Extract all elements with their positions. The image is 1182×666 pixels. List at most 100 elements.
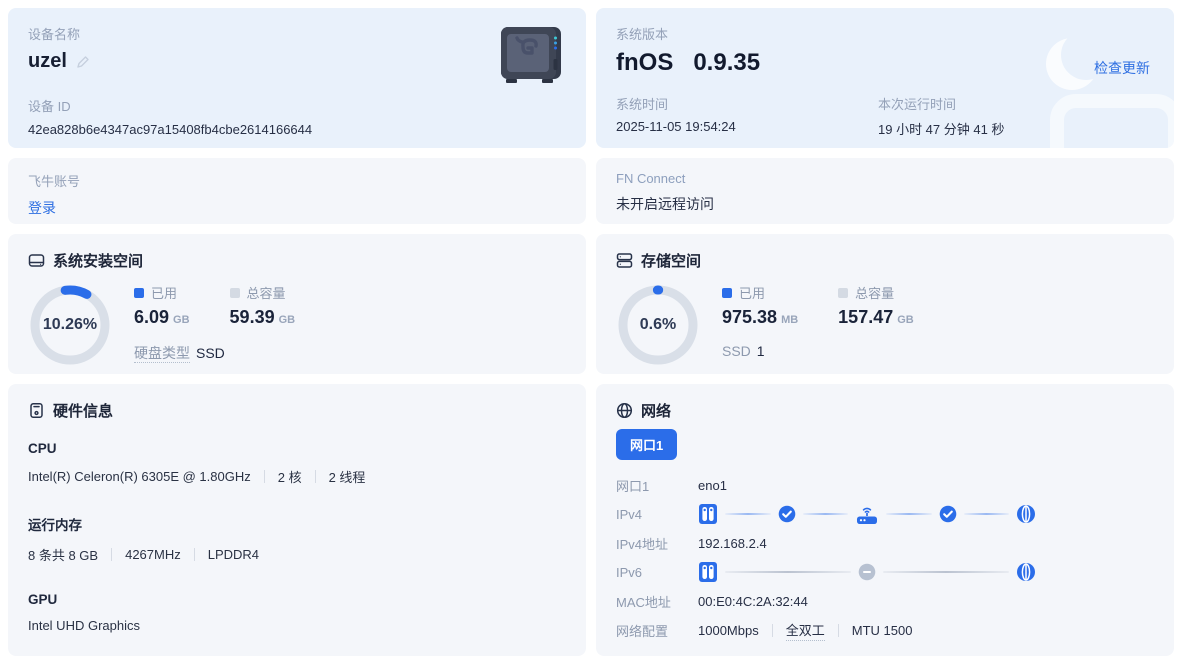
- link-line: [725, 513, 771, 515]
- total-unit: GB: [897, 314, 914, 326]
- ipv4-address-label: IPv4地址: [616, 536, 669, 552]
- nas-host-icon: [698, 503, 718, 525]
- internet-globe-icon: [1016, 562, 1036, 582]
- hardware-card: 硬件信息 CPU Intel(R) Celeron(R) 6305E @ 1.8…: [8, 384, 586, 656]
- device-id: 42ea828b6e4347ac97a15408fb4cbe2614166644: [28, 122, 313, 137]
- pc-case-icon: [28, 402, 45, 419]
- divider: [837, 623, 839, 637]
- system-time-label: 系统时间: [616, 97, 669, 112]
- used-swatch: [134, 287, 144, 298]
- total-unit: GB: [278, 314, 296, 326]
- link-line: [963, 513, 1009, 515]
- storage-space-card: 存储空间 0.6% 已用 975.38 MB 总容量 157.47 GB SSD…: [596, 234, 1174, 374]
- check-update-link[interactable]: 检查更新: [1094, 58, 1150, 78]
- used-label: 已用: [151, 286, 178, 301]
- system-time: 2025-11-05 19:54:24: [616, 119, 736, 134]
- system-space-donut: 10.26%: [28, 283, 112, 367]
- mtu: MTU 1500: [851, 622, 913, 638]
- disk-type-value: SSD: [196, 345, 225, 361]
- total-label: 总容量: [246, 286, 286, 301]
- divider: [193, 548, 195, 561]
- duplex-mode: 全双工: [785, 620, 825, 641]
- used-value: 975.38: [722, 307, 778, 327]
- nas-host-icon: [698, 561, 718, 583]
- ipv4-address: 192.168.2.4: [698, 535, 767, 551]
- used-legend: 已用 6.09 GB: [134, 283, 190, 328]
- internet-globe-icon: [1016, 504, 1036, 524]
- cpu-label: CPU: [28, 441, 57, 456]
- minus-circle-icon: [858, 563, 876, 581]
- hardware-title: 硬件信息: [53, 403, 114, 420]
- divider: [111, 548, 113, 561]
- fn-connect-label: FN Connect: [616, 171, 686, 186]
- ipv4-label: IPv4: [616, 506, 643, 522]
- router-icon: [855, 504, 879, 525]
- os-name: fnOS: [616, 49, 674, 76]
- ipv6-status-diagram: [698, 561, 1036, 583]
- memory-sticks: 8 条共 8 GB: [28, 548, 99, 563]
- total-legend: 总容量 157.47 GB: [838, 283, 914, 328]
- port-value: eno1: [698, 477, 727, 493]
- total-swatch: [838, 287, 849, 298]
- link-line: [725, 571, 851, 573]
- gpu-model: Intel UHD Graphics: [28, 618, 140, 633]
- used-unit: MB: [781, 314, 799, 326]
- ssd-count: 1: [756, 343, 765, 359]
- system-version-label: 系统版本: [616, 27, 669, 42]
- disk-type-label: 硬盘类型: [134, 345, 190, 363]
- os-version: 0.9.35: [693, 49, 761, 76]
- port-label: 网口1: [616, 478, 650, 494]
- link-line: [883, 571, 1009, 573]
- link-line: [802, 513, 848, 515]
- login-link[interactable]: 登录: [28, 198, 56, 218]
- stacked-drives-icon: [616, 252, 633, 269]
- divider: [314, 470, 316, 483]
- uptime-label: 本次运行时间: [878, 97, 957, 112]
- total-swatch: [229, 287, 240, 298]
- total-legend: 总容量 59.39 GB: [229, 283, 296, 328]
- cpu-model: Intel(R) Celeron(R) 6305E @ 1.80GHz: [28, 469, 251, 484]
- hard-drive-icon: [28, 252, 45, 269]
- device-name-label: 设备名称: [28, 27, 81, 42]
- edit-icon[interactable]: [76, 55, 90, 69]
- cpu-cores: 2 核: [277, 470, 302, 485]
- fn-connect-status: 未开启远程访问: [616, 196, 714, 212]
- used-legend: 已用 975.38 MB: [722, 283, 798, 328]
- storage-space-donut: 0.6%: [616, 283, 700, 367]
- ssd-label: SSD: [722, 343, 751, 359]
- link-line: [886, 513, 932, 515]
- tab-port1[interactable]: 网口1: [616, 429, 678, 460]
- device-id-label: 设备 ID: [28, 99, 71, 114]
- divider: [771, 623, 773, 637]
- device-name: uzel: [28, 50, 67, 72]
- network-config-label: 网络配置: [616, 623, 669, 639]
- check-circle-icon: [778, 505, 796, 523]
- cpu-threads: 2 线程: [328, 470, 366, 485]
- system-space-title: 系统安装空间: [53, 253, 144, 270]
- memory-label: 运行内存: [28, 518, 82, 533]
- used-swatch: [722, 287, 732, 298]
- storage-space-percent: 0.6%: [639, 316, 677, 333]
- memory-type: LPDDR4: [207, 547, 260, 562]
- dashboard: 设备名称 uzel 设备 ID 42ea828b6e4347ac97a15408…: [0, 0, 1182, 666]
- mac-address-label: MAC地址: [616, 594, 671, 610]
- system-version-card: 系统版本 fnOS 0.9.35 检查更新 系统时间 2025-11-05 19…: [596, 8, 1174, 148]
- used-label: 已用: [739, 286, 766, 301]
- total-value: 157.47: [838, 307, 894, 327]
- storage-space-title: 存储空间: [641, 253, 702, 270]
- mac-address: 00:E0:4C:2A:32:44: [698, 593, 808, 609]
- total-value: 59.39: [229, 307, 275, 327]
- ipv4-status-diagram: [698, 503, 1036, 525]
- ipv6-label: IPv6: [616, 564, 643, 580]
- used-value: 6.09: [134, 307, 170, 327]
- gpu-label: GPU: [28, 592, 58, 607]
- uptime: 19 小时 47 分钟 41 秒: [878, 122, 1005, 137]
- fn-account-label: 飞牛账号: [28, 174, 81, 189]
- link-speed: 1000Mbps: [698, 622, 759, 638]
- memory-frequency: 4267MHz: [125, 547, 181, 562]
- globe-icon: [616, 402, 633, 419]
- used-unit: GB: [173, 314, 190, 326]
- network-title: 网络: [641, 403, 672, 420]
- nas-device-icon: [498, 26, 564, 84]
- system-space-card: 系统安装空间 10.26% 已用 6.09 GB 总容量 59.39 GB 硬盘…: [8, 234, 586, 374]
